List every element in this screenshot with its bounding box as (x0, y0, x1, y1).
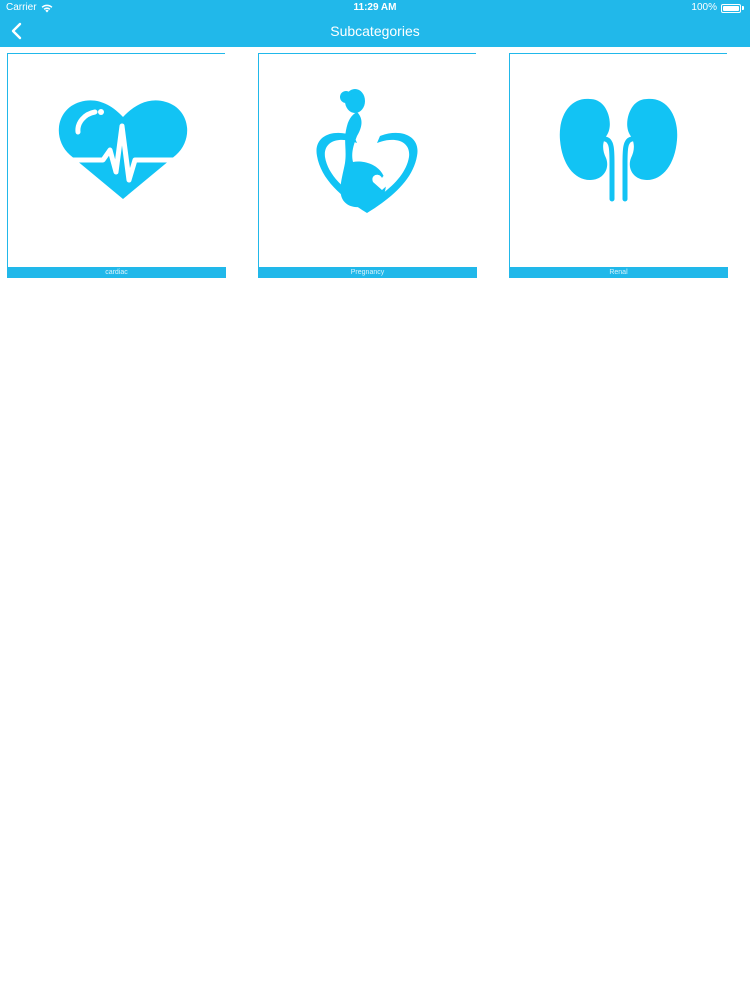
page-title: Subcategories (330, 23, 420, 39)
heart-pulse-icon (55, 100, 191, 199)
kidneys-icon (559, 98, 678, 202)
subcategory-card-renal[interactable]: Renal (509, 53, 728, 278)
battery-percent: 100% (691, 2, 717, 13)
subcategory-label: Pregnancy (258, 267, 477, 278)
pregnant-woman-icon (316, 89, 418, 213)
app-header: Carrier 11:29 AM 100% Subcategories (0, 0, 750, 47)
status-time: 11:29 AM (353, 2, 397, 13)
status-bar: Carrier 11:29 AM 100% (0, 0, 750, 16)
subcategory-label: Renal (509, 267, 728, 278)
subcategory-card-cardiac[interactable]: cardiac (7, 53, 226, 278)
subcategory-card-pregnancy[interactable]: Pregnancy (258, 53, 477, 278)
subcategory-label: cardiac (7, 267, 226, 278)
status-battery: 100% (691, 0, 744, 16)
battery-icon (721, 3, 741, 13)
navigation-bar: Subcategories (0, 16, 750, 47)
